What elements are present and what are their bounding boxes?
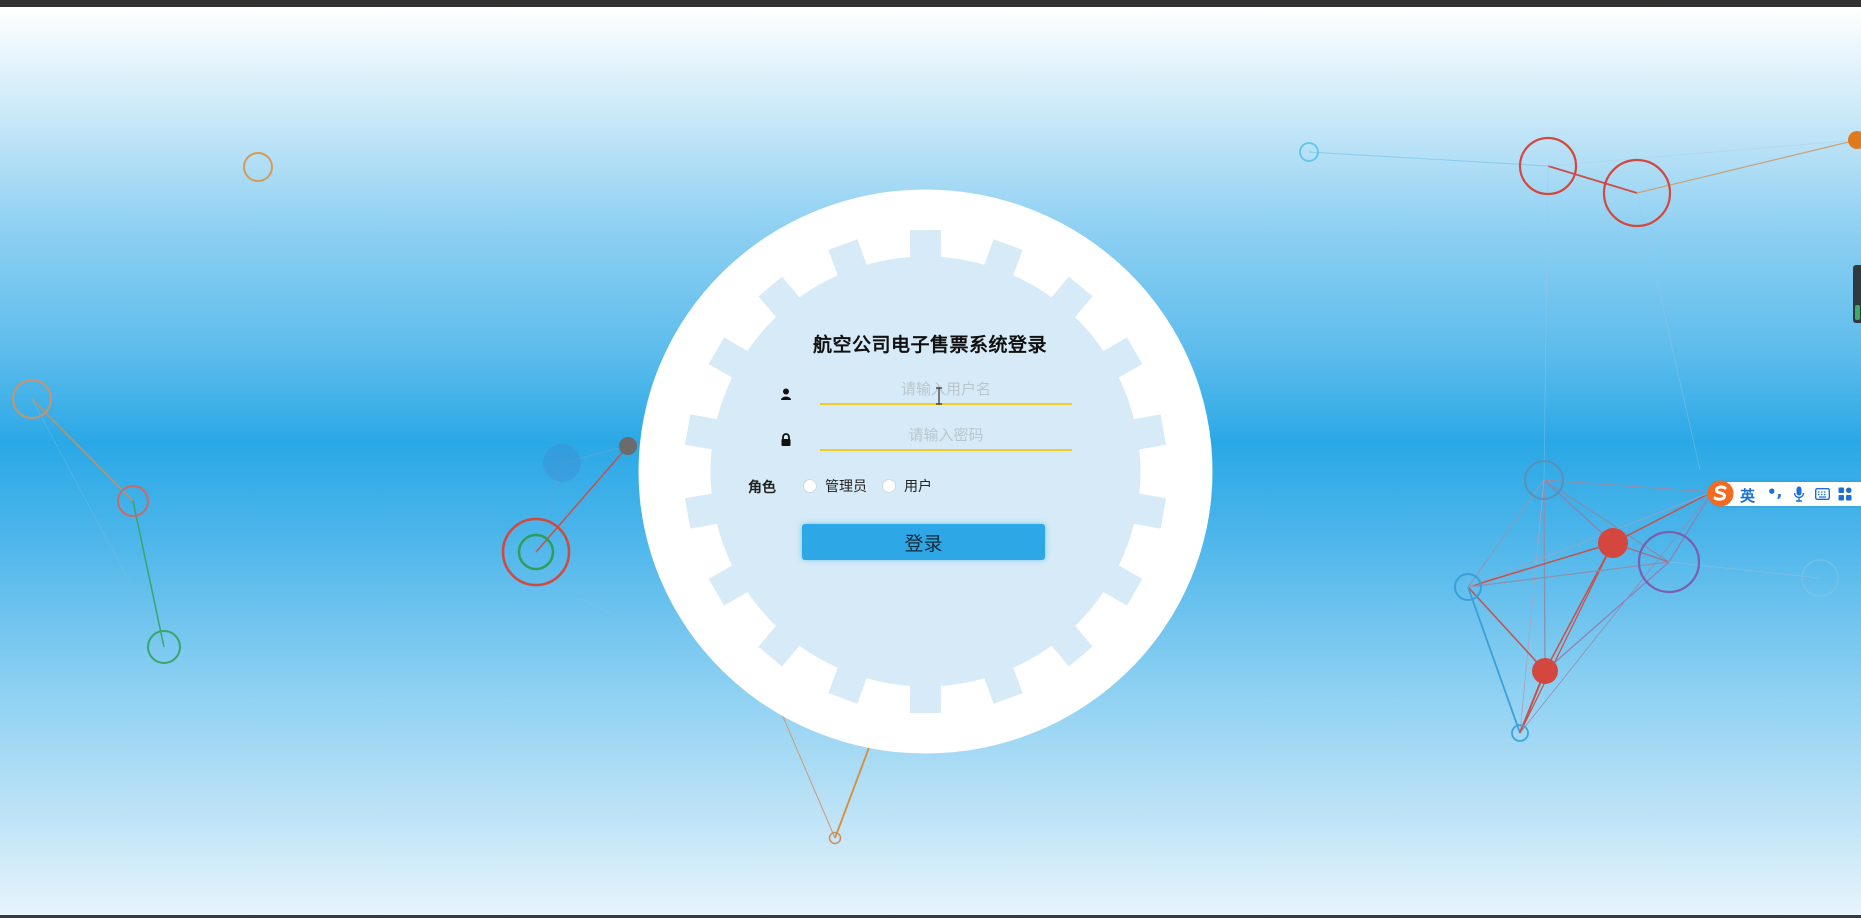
gear-tooth [910,229,941,268]
keyboard-icon[interactable] [1815,488,1830,500]
role-radio-admin[interactable] [803,479,817,493]
role-radio-user[interactable] [882,479,896,493]
password-input[interactable] [820,421,1072,451]
network-left-cluster [12,152,273,664]
lock-icon [781,433,791,446]
ime-toolbar[interactable]: 英 •, [1707,480,1861,507]
username-input[interactable] [820,375,1072,405]
role-option-user-label[interactable]: 用户 [904,476,932,496]
ime-language-toggle[interactable]: 英 [1740,485,1755,506]
text-cursor-icon [936,387,942,405]
role-option-admin-label[interactable]: 管理员 [825,476,867,496]
network-top-right-cluster [1299,131,1861,481]
toolbox-icon[interactable] [1838,487,1852,501]
ime-punctuation-toggle[interactable]: •, [1767,483,1782,501]
sogou-logo-icon[interactable] [1706,479,1735,508]
role-label: 角色 [748,480,776,496]
login-title: 航空公司电子售票系统登录 [812,334,1047,356]
microphone-icon[interactable] [1793,486,1805,502]
login-form: 航空公司电子售票系统登录 角色 管理员 用户 登录 [720,330,1140,590]
login-button[interactable]: 登录 [802,524,1045,560]
side-scroll-indicator-fill [1855,305,1860,320]
gear-tooth [910,675,941,714]
user-icon [781,388,791,400]
